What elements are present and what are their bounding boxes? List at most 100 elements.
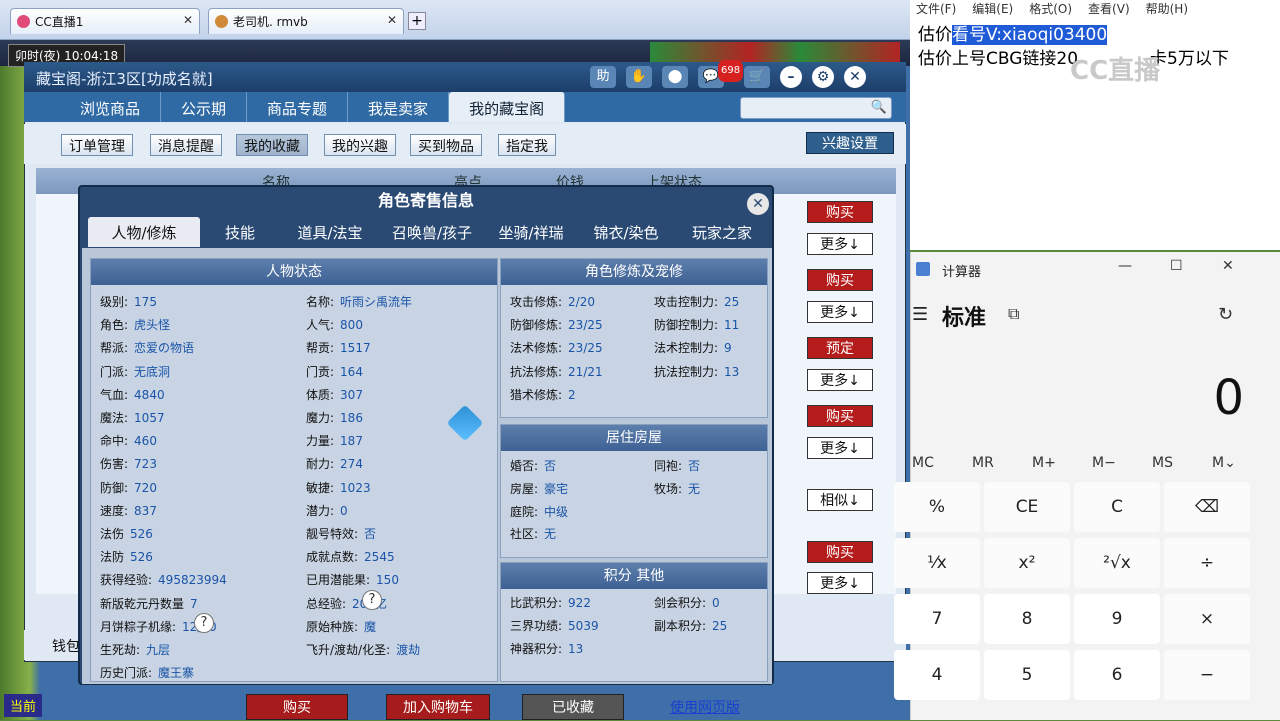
- message-icon[interactable]: 💬 698: [698, 60, 744, 88]
- buy-button[interactable]: 购买: [246, 694, 348, 720]
- status-row: 力量: 187: [306, 432, 363, 449]
- interests-button[interactable]: 我的兴趣: [324, 134, 396, 156]
- notepad-line-1[interactable]: 估价看号V:xiaoqi03400: [918, 20, 1108, 45]
- browser-tab-cc[interactable]: CC直播1 ✕: [10, 8, 200, 34]
- avatar-icon: [215, 15, 228, 28]
- more-button[interactable]: 更多↓: [807, 369, 873, 391]
- sqrt-button[interactable]: ²√x: [1074, 538, 1160, 588]
- tab-skills[interactable]: 技能: [200, 217, 280, 247]
- field-label: 魔力:: [306, 411, 335, 425]
- memory-button[interactable]: M+: [1032, 455, 1056, 471]
- field-label: 角色:: [100, 318, 129, 333]
- close-button[interactable]: ✕: [1222, 258, 1234, 274]
- tab-items[interactable]: 道具/法宝: [280, 217, 380, 247]
- backspace-button[interactable]: ⌫: [1164, 482, 1250, 532]
- menu-file[interactable]: 文件(F): [916, 0, 956, 17]
- close-button[interactable]: ✕: [844, 66, 866, 88]
- close-icon[interactable]: ✕: [387, 13, 397, 27]
- buy-button[interactable]: 购买: [807, 405, 873, 427]
- record-icon[interactable]: ⬤: [662, 66, 688, 88]
- messages-button[interactable]: 消息提醒: [150, 134, 222, 156]
- digit-7-button[interactable]: 7: [894, 594, 980, 644]
- tab-mounts[interactable]: 坐骑/祥瑞: [484, 217, 578, 247]
- field-value: 13: [724, 364, 740, 379]
- browser-tab-video[interactable]: 老司机. rmvb ✕: [208, 8, 404, 34]
- settings-button[interactable]: ⚙: [812, 66, 834, 88]
- history-icon[interactable]: ↻: [1218, 304, 1233, 325]
- more-button[interactable]: 更多↓: [807, 301, 873, 323]
- interest-settings-button[interactable]: 兴趣设置: [806, 132, 894, 154]
- modal-close-button[interactable]: ✕: [747, 193, 769, 215]
- digit-6-button[interactable]: 6: [1074, 650, 1160, 700]
- notepad-menu: 文件(F) 编辑(E) 格式(O) 查看(V) 帮助(H): [916, 0, 1188, 17]
- close-icon[interactable]: ✕: [183, 13, 193, 27]
- memory-button[interactable]: M−: [1092, 455, 1116, 471]
- subtract-button[interactable]: −: [1164, 650, 1250, 700]
- status-row: 新版乾元丹数量 7: [100, 595, 198, 612]
- maximize-button[interactable]: ☐: [1170, 258, 1183, 274]
- tab-public[interactable]: 公示期: [161, 92, 248, 122]
- square-button[interactable]: x²: [984, 538, 1070, 588]
- menu-help[interactable]: 帮助(H): [1146, 0, 1188, 17]
- memory-button[interactable]: MR: [972, 455, 994, 471]
- digit-9-button[interactable]: 9: [1074, 594, 1160, 644]
- buy-button[interactable]: 购买: [807, 201, 873, 223]
- cart-icon[interactable]: 🛒: [744, 66, 770, 88]
- buy-button[interactable]: 购买: [807, 541, 873, 563]
- percent-button[interactable]: %: [894, 482, 980, 532]
- help-icon[interactable]: 助: [590, 66, 616, 88]
- memory-button[interactable]: MS: [1152, 455, 1173, 471]
- tab-browse[interactable]: 浏览商品: [60, 92, 162, 122]
- tab-pets[interactable]: 召唤兽/孩子: [380, 217, 484, 247]
- help-icon[interactable]: ?: [358, 590, 382, 610]
- tab-seller[interactable]: 我是卖家: [348, 92, 450, 122]
- more-button[interactable]: 更多↓: [807, 572, 873, 594]
- menu-format[interactable]: 格式(O): [1029, 0, 1072, 17]
- clear-entry-button[interactable]: CE: [984, 482, 1070, 532]
- search-input[interactable]: 🔍: [740, 97, 892, 119]
- tab-home[interactable]: 玩家之家: [674, 217, 770, 247]
- field-label: 名称:: [306, 295, 335, 309]
- clear-button[interactable]: C: [1074, 482, 1160, 532]
- field-value: 837: [134, 503, 157, 518]
- tab-character[interactable]: 人物/修炼: [88, 217, 200, 247]
- field-value: 5039: [568, 619, 599, 634]
- new-tab-button[interactable]: +: [408, 12, 426, 30]
- search-icon[interactable]: 🔍: [871, 100, 887, 115]
- web-version-link[interactable]: 使用网页版: [670, 697, 740, 717]
- add-to-cart-button[interactable]: 加入购物车: [386, 694, 490, 720]
- keep-on-top-icon[interactable]: ⧉: [1008, 304, 1019, 324]
- help-icon[interactable]: ?: [190, 613, 214, 633]
- reserve-button[interactable]: 预定: [807, 337, 873, 359]
- house-row: 房屋: 豪宅: [510, 480, 568, 497]
- divide-button[interactable]: ÷: [1164, 538, 1250, 588]
- digit-8-button[interactable]: 8: [984, 594, 1070, 644]
- menu-edit[interactable]: 编辑(E): [972, 0, 1013, 17]
- tab-outfits[interactable]: 锦衣/染色: [578, 217, 674, 247]
- digit-5-button[interactable]: 5: [984, 650, 1070, 700]
- tab-topics[interactable]: 商品专题: [247, 92, 349, 122]
- menu-view[interactable]: 查看(V): [1088, 0, 1130, 17]
- favorites-button[interactable]: 我的收藏: [236, 134, 308, 156]
- minimize-button[interactable]: –: [780, 66, 802, 88]
- hamburger-icon[interactable]: ☰: [912, 304, 928, 325]
- designated-button[interactable]: 指定我: [498, 134, 556, 156]
- chat-icon: 💬: [702, 69, 720, 84]
- more-button[interactable]: 更多↓: [807, 233, 873, 255]
- digit-4-button[interactable]: 4: [894, 650, 980, 700]
- field-label: 原始种族:: [306, 619, 359, 634]
- more-button[interactable]: 更多↓: [807, 437, 873, 459]
- orders-button[interactable]: 订单管理: [61, 134, 133, 156]
- minimize-button[interactable]: —: [1118, 258, 1132, 274]
- share-icon[interactable]: ✋: [626, 66, 652, 88]
- collected-button[interactable]: 已收藏: [522, 694, 624, 720]
- points-row: 剑会积分: 0: [654, 594, 720, 611]
- tab-my-cbg[interactable]: 我的藏宝阁: [449, 92, 566, 122]
- memory-button[interactable]: MC: [912, 455, 934, 471]
- bought-button[interactable]: 买到物品: [410, 134, 482, 156]
- multiply-button[interactable]: ×: [1164, 594, 1250, 644]
- similar-button[interactable]: 相似↓: [807, 489, 873, 511]
- memory-button[interactable]: M⌄: [1212, 455, 1236, 471]
- buy-button[interactable]: 购买: [807, 269, 873, 291]
- reciprocal-button[interactable]: ¹⁄x: [894, 538, 980, 588]
